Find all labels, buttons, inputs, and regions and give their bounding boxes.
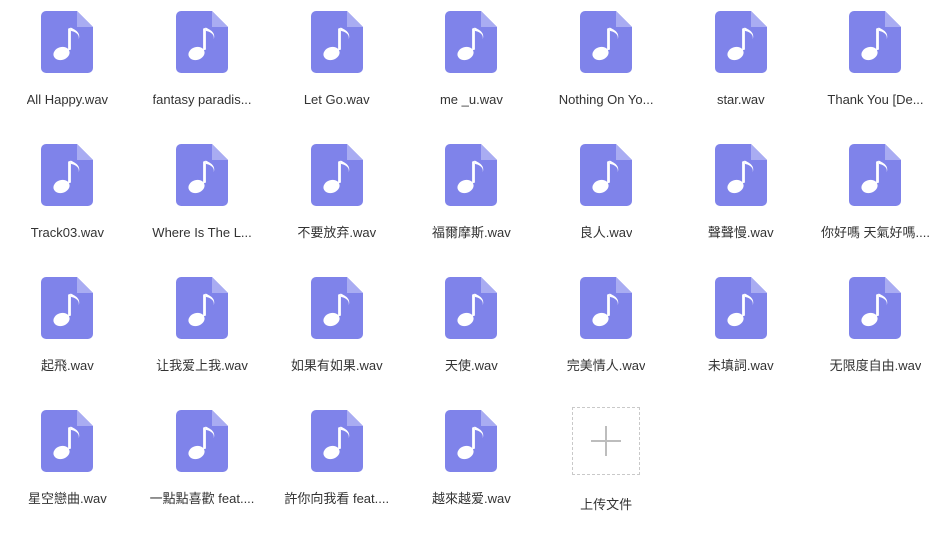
file-item-0[interactable]: All Happy.wav	[0, 11, 135, 144]
file-item-9[interactable]: 不要放弃.wav	[269, 144, 404, 277]
file-label: 无限度自由.wav	[829, 358, 922, 373]
audio-file-icon[interactable]	[310, 277, 363, 339]
file-item-15[interactable]: 让我爱上我.wav	[135, 277, 270, 410]
file-label: 让我爱上我.wav	[156, 358, 248, 373]
file-label: 星空戀曲.wav	[27, 491, 107, 506]
file-item-1[interactable]: fantasy paradis...	[135, 11, 270, 144]
file-item-6[interactable]: Thank You [De...	[808, 11, 943, 144]
audio-file-icon[interactable]	[41, 11, 94, 73]
file-item-12[interactable]: 聲聲慢.wav	[673, 144, 808, 277]
file-label: 福爾摩斯.wav	[432, 225, 511, 240]
file-label: 完美情人.wav	[566, 358, 646, 373]
file-label: 你好嗎 天氣好嗎....	[820, 225, 930, 240]
file-item-2[interactable]: Let Go.wav	[269, 11, 404, 144]
audio-file-icon[interactable]	[580, 11, 633, 73]
audio-file-icon[interactable]	[714, 11, 767, 73]
file-item-22[interactable]: 一點點喜歡 feat....	[135, 410, 270, 543]
upload-label: 上传文件	[580, 497, 633, 512]
audio-file-icon[interactable]	[176, 144, 229, 206]
audio-file-icon[interactable]	[849, 11, 902, 73]
file-item-3[interactable]: me _u.wav	[404, 11, 539, 144]
file-item-24[interactable]: 越來越爱.wav	[404, 410, 539, 543]
audio-file-icon[interactable]	[445, 410, 498, 472]
audio-file-icon[interactable]	[310, 410, 363, 472]
file-label: 良人.wav	[579, 225, 633, 240]
file-item-20[interactable]: 无限度自由.wav	[808, 277, 943, 410]
file-label: Nothing On Yo...	[558, 92, 654, 107]
audio-file-icon[interactable]	[580, 277, 633, 339]
file-item-18[interactable]: 完美情人.wav	[539, 277, 674, 410]
audio-file-icon[interactable]	[176, 277, 229, 339]
audio-file-icon[interactable]	[176, 11, 229, 73]
audio-file-icon[interactable]	[176, 410, 229, 472]
file-item-8[interactable]: Where Is The L...	[135, 144, 270, 277]
audio-file-icon[interactable]	[41, 277, 94, 339]
upload-file-tile[interactable]: 上传文件	[539, 407, 674, 543]
file-item-10[interactable]: 福爾摩斯.wav	[404, 144, 539, 277]
audio-file-icon[interactable]	[41, 144, 94, 206]
file-item-4[interactable]: Nothing On Yo...	[539, 11, 674, 144]
file-item-7[interactable]: Track03.wav	[0, 144, 135, 277]
file-label: 未填詞.wav	[707, 358, 774, 373]
audio-file-icon[interactable]	[445, 11, 498, 73]
file-item-14[interactable]: 起飛.wav	[0, 277, 135, 410]
plus-icon-vertical	[605, 426, 608, 456]
audio-file-icon[interactable]	[580, 144, 633, 206]
file-grid: All Happy.wav fantasy paradis... Let Go.…	[0, 0, 943, 543]
file-label: 天使.wav	[445, 358, 498, 373]
file-label: me _u.wav	[439, 92, 503, 107]
audio-file-icon[interactable]	[41, 410, 94, 472]
audio-file-icon[interactable]	[310, 11, 363, 73]
file-label: Thank You [De...	[827, 92, 924, 107]
file-label: 起飛.wav	[40, 358, 94, 373]
file-label: 聲聲慢.wav	[707, 225, 774, 240]
audio-file-icon[interactable]	[445, 144, 498, 206]
file-label: 如果有如果.wav	[290, 358, 383, 373]
file-label: Track03.wav	[30, 225, 104, 240]
file-label: Let Go.wav	[303, 92, 370, 107]
file-item-23[interactable]: 許你向我看 feat....	[269, 410, 404, 543]
file-item-19[interactable]: 未填詞.wav	[673, 277, 808, 410]
audio-file-icon[interactable]	[849, 144, 902, 206]
file-label: 許你向我看 feat....	[284, 491, 390, 506]
audio-file-icon[interactable]	[714, 144, 767, 206]
file-item-13[interactable]: 你好嗎 天氣好嗎....	[808, 144, 943, 277]
file-label: star.wav	[716, 92, 765, 107]
upload-dropzone[interactable]	[572, 407, 641, 475]
file-label: Where Is The L...	[152, 225, 252, 240]
audio-file-icon[interactable]	[714, 277, 767, 339]
file-item-17[interactable]: 天使.wav	[404, 277, 539, 410]
file-label: 一點點喜歡 feat....	[149, 491, 255, 506]
file-item-11[interactable]: 良人.wav	[539, 144, 674, 277]
file-label: 越來越爱.wav	[432, 491, 511, 506]
file-label: fantasy paradis...	[152, 92, 252, 107]
file-item-5[interactable]: star.wav	[673, 11, 808, 144]
audio-file-icon[interactable]	[849, 277, 902, 339]
file-item-16[interactable]: 如果有如果.wav	[269, 277, 404, 410]
file-label: 不要放弃.wav	[297, 225, 377, 240]
audio-file-icon[interactable]	[445, 277, 498, 339]
audio-file-icon[interactable]	[310, 144, 363, 206]
file-label: All Happy.wav	[26, 92, 109, 107]
file-item-21[interactable]: 星空戀曲.wav	[0, 410, 135, 543]
